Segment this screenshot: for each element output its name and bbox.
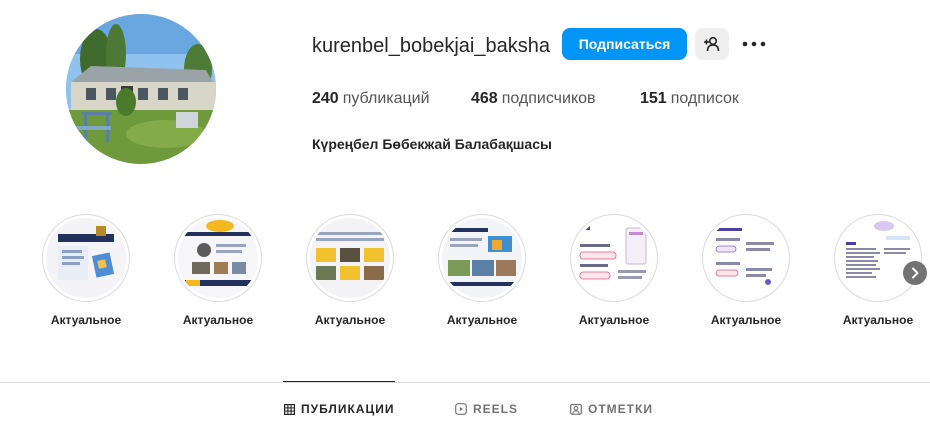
tabs-divider (0, 382, 930, 383)
tab-publications[interactable]: ПУБЛИКАЦИИ (284, 402, 394, 416)
highlight-2[interactable]: Актуальное (174, 214, 262, 327)
highlight-ring (570, 214, 658, 302)
tab-label: ПУБЛИКАЦИИ (301, 402, 395, 416)
highlight-ring (438, 214, 526, 302)
grid-icon (284, 403, 295, 415)
followers-label: подписчиков (501, 90, 596, 107)
highlight-ring (174, 214, 262, 302)
posts-label: публикаций (342, 90, 430, 107)
profile-avatar[interactable] (66, 14, 216, 164)
highlight-label: Актуальное (446, 313, 518, 327)
highlight-label: Актуальное (578, 313, 650, 327)
highlights-next-button[interactable] (903, 261, 927, 285)
active-tab-indicator (283, 381, 395, 382)
tab-label: ОТМЕТКИ (588, 402, 653, 416)
highlight-ring (702, 214, 790, 302)
more-options-button[interactable] (738, 28, 770, 60)
suggested-accounts-button[interactable] (695, 28, 729, 60)
highlight-thumbnail (442, 218, 522, 298)
highlight-thumbnail (838, 218, 918, 298)
profile-stats: 240 публикаций 468 подписчиков 151 подпи… (312, 90, 739, 108)
stat-followers[interactable]: 468 подписчиков (471, 90, 640, 108)
followers-count: 468 (471, 90, 498, 107)
follow-button[interactable]: Подписаться (562, 28, 687, 60)
tagged-icon (570, 403, 582, 415)
highlight-label: Актуальное (50, 313, 122, 327)
highlight-thumbnail (310, 218, 390, 298)
highlight-label: Актуальное (182, 313, 254, 327)
posts-count: 240 (312, 90, 339, 107)
following-label: подписок (670, 90, 739, 107)
highlight-ring (42, 214, 130, 302)
highlight-ring (834, 214, 922, 302)
add-person-icon (704, 36, 720, 52)
highlight-thumbnail (706, 218, 786, 298)
tab-reels[interactable]: REELS (455, 402, 518, 416)
avatar-photo (66, 14, 216, 164)
highlight-1[interactable]: Актуальное (42, 214, 130, 327)
highlight-thumbnail (178, 218, 258, 298)
highlight-ring (306, 214, 394, 302)
highlight-3[interactable]: Актуальное (306, 214, 394, 327)
highlight-thumbnail (46, 218, 126, 298)
profile-username: kurenbel_bobekjai_baksha (312, 35, 550, 57)
highlight-label: Актуальное (314, 313, 386, 327)
tab-tagged[interactable]: ОТМЕТКИ (570, 402, 653, 416)
stat-following[interactable]: 151 подписок (640, 90, 739, 108)
tab-label: REELS (473, 402, 519, 416)
following-count: 151 (640, 90, 667, 107)
highlight-label: Актуальное (842, 313, 914, 327)
highlight-4[interactable]: Актуальное (438, 214, 526, 327)
highlight-thumbnail (574, 218, 654, 298)
profile-full-name: Күреңбел Бөбекжай Балабақшасы (312, 136, 552, 152)
highlight-5[interactable]: Актуальное (570, 214, 658, 327)
reels-icon (455, 403, 467, 415)
ellipsis-icon (742, 41, 766, 47)
chevron-right-icon (912, 267, 919, 279)
highlight-label: Актуальное (710, 313, 782, 327)
highlight-6[interactable]: Актуальное (702, 214, 790, 327)
stat-posts: 240 публикаций (312, 90, 471, 108)
